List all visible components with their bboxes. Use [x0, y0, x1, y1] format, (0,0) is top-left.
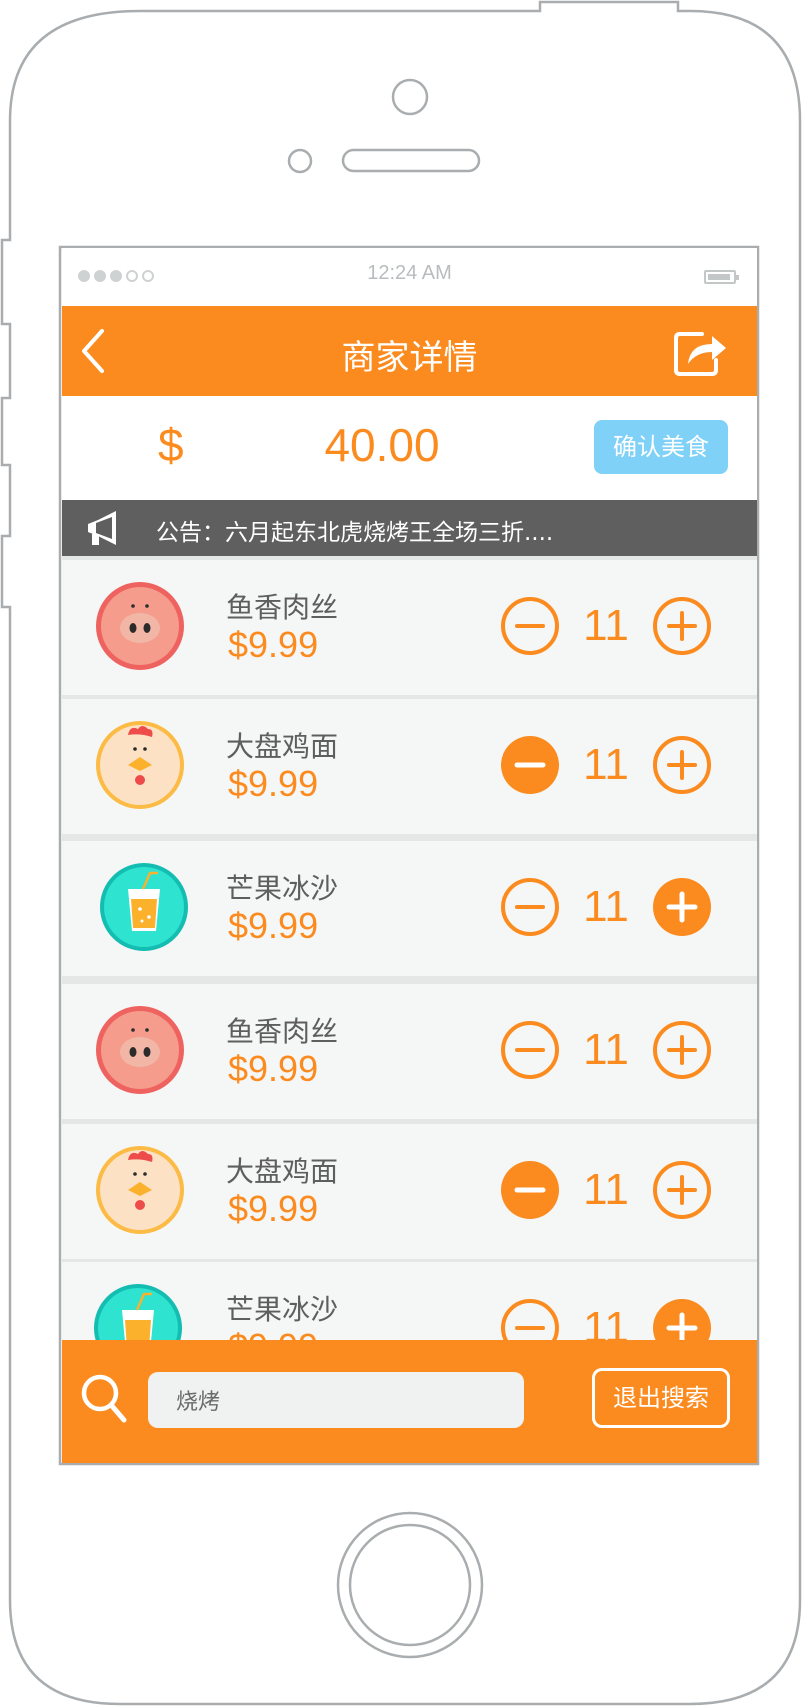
item-price: $9.99	[228, 624, 319, 665]
juice-icon	[100, 863, 188, 951]
item-quantity: 11	[583, 1303, 629, 1340]
exit-search-button[interactable]: 退出搜索	[592, 1368, 730, 1428]
notice-bar: 公告：六月起东北虎烧烤王全场三折....	[62, 500, 757, 556]
nav-bar: 商家详情	[62, 306, 757, 396]
decrease-button[interactable]	[500, 735, 560, 795]
decrease-button[interactable]	[500, 596, 560, 656]
chicken-icon	[96, 1146, 184, 1234]
increase-button[interactable]	[652, 1160, 712, 1220]
search-input[interactable]	[148, 1372, 524, 1428]
battery-icon	[704, 270, 739, 284]
increase-button[interactable]	[652, 735, 712, 795]
list-item: 芒果冰沙 $9.99 11	[62, 841, 757, 976]
item-name: 大盘鸡面	[226, 730, 339, 763]
item-quantity: 11	[583, 882, 629, 931]
chicken-icon	[96, 721, 184, 809]
juice-icon	[94, 1284, 182, 1340]
list-item: 大盘鸡面 $9.99 11	[62, 699, 757, 834]
page-title: 商家详情	[341, 338, 478, 378]
list-item: 芒果冰沙 $9.99 11	[62, 1262, 757, 1340]
item-quantity: 11	[583, 740, 629, 789]
list-item: 鱼香肉丝 $9.99 11	[62, 984, 757, 1119]
increase-button[interactable]	[652, 877, 712, 937]
increase-button[interactable]	[652, 1298, 712, 1340]
search-icon[interactable]	[80, 1372, 130, 1426]
pig-icon	[96, 1006, 184, 1094]
share-icon[interactable]	[672, 326, 728, 378]
order-summary: $ 40.00 确认美食	[62, 396, 757, 500]
item-price: $9.99	[228, 763, 319, 804]
order-total: 40.00	[324, 419, 440, 471]
increase-button[interactable]	[652, 596, 712, 656]
search-bar: 退出搜索	[62, 1340, 757, 1463]
list-item: 大盘鸡面 $9.99 11	[62, 1124, 757, 1259]
decrease-button[interactable]	[500, 1298, 560, 1340]
item-price: $9.99	[228, 1326, 318, 1340]
notice-text: 公告：六月起东北虎烧烤王全场三折....	[156, 520, 554, 546]
app-screen: 12:24 AM 商家详情 $ 40.00 确认美食 公告：六月起东北虎烧烤王全…	[62, 248, 757, 1463]
item-price: $9.99	[228, 905, 319, 946]
item-price: $9.99	[228, 1048, 319, 1089]
item-price: $9.99	[228, 1188, 319, 1229]
currency-symbol: $	[158, 419, 184, 471]
item-name: 大盘鸡面	[226, 1155, 339, 1188]
status-bar: 12:24 AM	[62, 248, 757, 306]
increase-button[interactable]	[652, 1020, 712, 1080]
decrease-button[interactable]	[500, 877, 560, 937]
item-name: 芒果冰沙	[226, 872, 339, 905]
list-item: 鱼香肉丝 $9.99 11	[62, 560, 757, 695]
status-time: 12:24 AM	[367, 262, 452, 284]
item-quantity: 11	[583, 1165, 629, 1214]
pig-icon	[96, 582, 184, 670]
megaphone-icon	[88, 511, 116, 545]
confirm-button[interactable]: 确认美食	[594, 420, 728, 474]
item-name: 鱼香肉丝	[226, 591, 339, 624]
item-quantity: 11	[583, 1025, 629, 1074]
item-name: 芒果冰沙	[226, 1293, 339, 1326]
item-quantity: 11	[583, 601, 629, 650]
decrease-button[interactable]	[500, 1020, 560, 1080]
decrease-button[interactable]	[500, 1160, 560, 1220]
product-list: 鱼香肉丝 $9.99 11 大盘鸡面 $9.99 11 芒果冰沙 $9.99 1…	[62, 556, 757, 1340]
item-name: 鱼香肉丝	[226, 1015, 339, 1048]
